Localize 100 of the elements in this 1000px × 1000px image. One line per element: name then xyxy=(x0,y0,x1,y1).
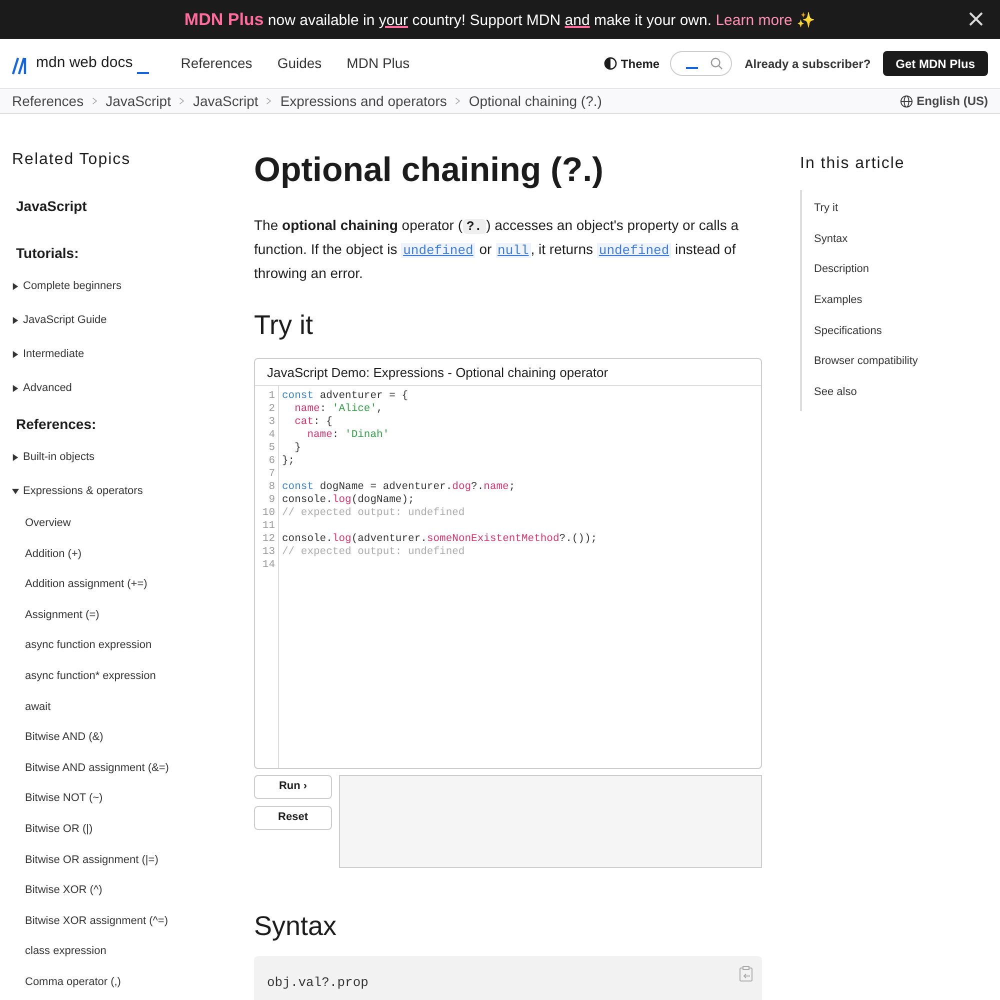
sidebar-link[interactable]: Bitwise AND (&) xyxy=(12,722,254,753)
sidebar-title: Related Topics xyxy=(12,150,132,170)
line-number: 10 xyxy=(262,506,275,518)
sidebar-link[interactable]: Bitwise XOR assignment (^=) xyxy=(12,906,254,936)
sidebar-link[interactable]: Bitwise OR (|) xyxy=(12,814,254,845)
sidebar-link[interactable]: async function* expression xyxy=(12,660,254,692)
sidebar-link[interactable]: Comma operator (,) xyxy=(12,966,254,998)
clipboard-icon[interactable] xyxy=(739,966,753,982)
sidebar-link[interactable]: async function expression xyxy=(12,630,254,661)
search-field[interactable] xyxy=(670,51,732,76)
code-line: cat: { xyxy=(294,416,332,428)
toc-link[interactable]: Specifications xyxy=(814,316,1000,346)
toc-link[interactable]: Browser compatibility xyxy=(814,346,1000,378)
breadcrumb-link[interactable]: JavaScript xyxy=(192,90,258,112)
section-heading: Syntax xyxy=(254,910,338,943)
site-logo[interactable]: mdn web docs xyxy=(12,52,149,75)
code-line: obj.val?.prop xyxy=(267,975,368,990)
sidebar-toggle[interactable]: Intermediate xyxy=(12,337,84,371)
sidebar-link[interactable]: await xyxy=(12,692,254,722)
line-number: 12 xyxy=(262,532,275,544)
line-number: 9 xyxy=(268,494,275,506)
sidebar-toggle[interactable]: JavaScript Guide xyxy=(12,303,107,337)
breadcrumb-link[interactable]: References xyxy=(12,90,84,112)
sidebar-link[interactable]: Bitwise AND assignment (&=) xyxy=(12,752,254,784)
theme-button[interactable]: Theme xyxy=(604,54,660,72)
contrast-icon xyxy=(604,57,617,70)
line-number: 5 xyxy=(268,442,275,454)
breadcrumb-link[interactable]: Optional chaining (?.) xyxy=(468,90,602,112)
triangle-icon xyxy=(12,454,19,460)
sidebar-toggle[interactable]: Expressions & operators xyxy=(12,474,143,508)
sidebar-link[interactable]: Addition assignment (+=) xyxy=(12,569,254,600)
code-line: name: 'Alice', xyxy=(294,402,383,414)
page-title: Optional chaining (?.) xyxy=(254,150,604,190)
code-link[interactable]: undefined xyxy=(596,243,672,258)
run-button[interactable]: Run › xyxy=(254,774,332,798)
sidebar-toggle[interactable]: Advanced xyxy=(12,371,72,405)
nav-link[interactable]: References xyxy=(180,53,252,74)
sidebar-link[interactable]: Assignment (=) xyxy=(12,600,254,630)
search-icon xyxy=(710,57,723,70)
sidebar-link[interactable]: Bitwise NOT (~) xyxy=(12,783,254,814)
toc-link[interactable]: See also xyxy=(814,377,1000,408)
toc-link[interactable]: Try it xyxy=(814,193,1000,224)
code-line: const dogName = adventurer.dog?.name; xyxy=(282,480,516,492)
close-icon[interactable] xyxy=(968,11,984,27)
chevron-icon xyxy=(266,97,272,105)
line-number: 6 xyxy=(268,454,275,466)
toc-link[interactable]: Description xyxy=(814,254,1000,286)
line-number: 13 xyxy=(262,546,275,558)
sidebar-heading[interactable]: JavaScript xyxy=(12,196,254,217)
line-number: 14 xyxy=(262,558,275,570)
triangle-icon xyxy=(12,282,19,290)
toc-link[interactable]: Syntax xyxy=(814,224,1000,254)
line-number: 8 xyxy=(268,480,275,492)
code-line: console.log(dogName); xyxy=(282,494,414,506)
globe-icon xyxy=(900,94,913,108)
code-line: name: 'Dinah' xyxy=(306,428,390,440)
get-plus-button[interactable]: Get MDN Plus xyxy=(882,51,988,76)
triangle-icon xyxy=(12,384,19,392)
code-line: // expected output: undefined xyxy=(282,546,465,558)
demo-title: JavaScript Demo: Expressions - Optional chaining operator xyxy=(255,358,761,386)
chevron-icon xyxy=(454,97,461,105)
code-line: // expected output: undefined xyxy=(282,506,465,518)
code-line: console.log(adventurer.someNonExistentMethod?.()); xyxy=(282,532,598,544)
code-line: const adventurer = { xyxy=(282,390,408,402)
code-link[interactable]: null xyxy=(496,243,531,258)
line-number: 4 xyxy=(268,428,275,440)
line-number: 3 xyxy=(268,416,275,428)
learn-more-link[interactable]: Learn more ✨ xyxy=(716,12,816,29)
code-line: }; xyxy=(282,454,295,466)
language-button[interactable]: English (US) xyxy=(900,92,988,110)
chevron-icon xyxy=(92,97,98,105)
banner-text: MDN Plus now available in your country! Support MDN and make it your own. Learn more ✨ xyxy=(184,8,816,31)
sidebar-link[interactable]: Addition (+) xyxy=(12,538,254,570)
sidebar-link[interactable]: class expression xyxy=(12,936,254,967)
intro-paragraph: The optional chaining operator ( ?. ) accesses an object's property or calls a function. If the object is undefined or null, it returns undefined instead of throwing an error. xyxy=(254,216,740,283)
section-heading: Try it xyxy=(254,309,314,342)
reset-button[interactable]: Reset xyxy=(254,806,332,830)
code-line: } xyxy=(294,442,301,454)
code-link[interactable]: undefined xyxy=(401,243,476,258)
sidebar-link[interactable]: Bitwise OR assignment (|=) xyxy=(12,844,254,876)
toc-title: In this article xyxy=(800,154,906,174)
sidebar-section-title: References: xyxy=(15,415,98,434)
nav-link[interactable]: Guides xyxy=(277,53,322,74)
breadcrumb-link[interactable]: JavaScript xyxy=(106,90,171,112)
subscriber-link[interactable]: Already a subscriber? xyxy=(744,54,871,72)
line-number: 11 xyxy=(262,520,275,532)
sidebar-link[interactable]: Bitwise XOR (^) xyxy=(12,875,254,906)
breadcrumb-link[interactable]: Expressions and operators xyxy=(280,90,447,112)
sidebar-toggle[interactable]: Built-in objects xyxy=(12,440,95,474)
triangle-icon xyxy=(12,350,19,358)
sidebar-toggle[interactable]: Complete beginners xyxy=(12,269,122,303)
toc-link[interactable]: Examples xyxy=(814,285,1000,316)
nav-link[interactable]: MDN Plus xyxy=(346,53,410,74)
sidebar-link[interactable]: Overview xyxy=(12,508,254,539)
triangle-icon xyxy=(12,488,19,494)
triangle-icon xyxy=(12,316,19,324)
line-number: 1 xyxy=(268,390,275,402)
chevron-icon xyxy=(178,97,185,105)
sidebar-section-title: Tutorials: xyxy=(15,244,80,263)
line-number: 2 xyxy=(268,402,275,414)
